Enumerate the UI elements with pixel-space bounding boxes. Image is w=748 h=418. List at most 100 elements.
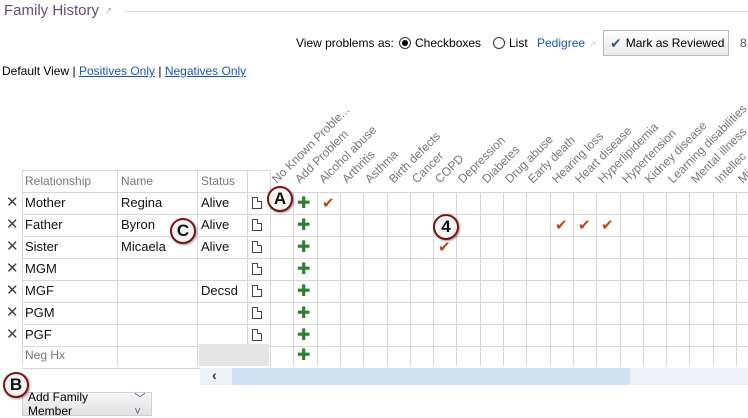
add-problem-plus-icon[interactable]: ✚ xyxy=(297,262,310,278)
separator: | xyxy=(72,64,76,78)
add-problem-plus-icon[interactable]: ✚ xyxy=(297,328,310,344)
column-header-relationship: Relationship xyxy=(25,174,92,188)
positives-only-link[interactable]: Positives Only xyxy=(79,64,155,78)
delete-row-icon[interactable]: ✕ xyxy=(6,217,19,232)
grid-line xyxy=(643,192,644,366)
document-icon[interactable] xyxy=(252,241,262,253)
list-label[interactable]: List xyxy=(509,36,528,50)
grid-line xyxy=(550,192,551,366)
grid-line xyxy=(526,192,527,366)
grid-line xyxy=(433,192,434,366)
problem-checkbox-checked[interactable]: ✔ xyxy=(438,240,451,255)
add-problem-plus-icon[interactable]: ✚ xyxy=(297,240,310,256)
grid-line xyxy=(480,192,481,366)
status-cell[interactable]: Alive xyxy=(201,195,229,210)
grid-line xyxy=(22,258,748,259)
grid-line xyxy=(22,324,748,325)
relationship-cell: Father xyxy=(25,217,63,232)
grid-line xyxy=(22,302,748,303)
grid-line xyxy=(22,214,748,215)
delete-row-icon[interactable]: ✕ xyxy=(6,327,19,342)
delete-row-icon[interactable]: ✕ xyxy=(6,195,19,210)
callout-c: C xyxy=(170,218,196,244)
grid-line xyxy=(22,280,748,281)
view-as-label: View problems as: xyxy=(296,36,394,50)
title-divider xyxy=(124,11,748,12)
grid-line xyxy=(22,192,748,193)
document-icon[interactable] xyxy=(252,329,262,341)
relationship-cell: Mother xyxy=(25,195,66,210)
column-header-name: Name xyxy=(121,174,154,188)
checkboxes-radio[interactable] xyxy=(399,37,411,49)
grid-line xyxy=(22,170,23,366)
negatives-only-link[interactable]: Negatives Only xyxy=(165,64,246,78)
document-icon[interactable] xyxy=(252,285,262,297)
relationship-cell: PGM xyxy=(25,305,55,320)
grid-line xyxy=(22,170,270,171)
relationship-cell: PGF xyxy=(25,327,52,342)
mark-as-reviewed-button[interactable]: ✔ Mark as Reviewed xyxy=(603,30,729,56)
grid-line xyxy=(117,170,118,366)
page-title: Family History xyxy=(4,2,100,19)
grid-line xyxy=(197,170,198,366)
add-family-member-label: Add Family Member xyxy=(28,390,89,418)
name-cell[interactable]: Regina xyxy=(121,195,162,210)
delete-row-icon[interactable]: ✕ xyxy=(6,305,19,320)
relationship-cell: MGF xyxy=(25,283,54,298)
grid-line xyxy=(22,346,748,347)
add-family-member-button[interactable]: Add Family Member ﹀˅ xyxy=(22,390,152,418)
status-cell[interactable]: Decsd xyxy=(201,283,238,298)
chevron-left-icon[interactable]: ‹ xyxy=(212,367,217,383)
document-icon[interactable] xyxy=(252,197,262,209)
list-radio[interactable] xyxy=(493,37,505,49)
add-problem-plus-icon[interactable]: ✚ xyxy=(297,218,310,234)
add-problem-plus-icon[interactable]: ✚ xyxy=(297,306,310,322)
popout-icon[interactable]: ↗ xyxy=(104,6,112,17)
scrollbar-thumb[interactable] xyxy=(232,368,630,385)
grid-line xyxy=(317,192,318,366)
problem-checkbox-checked[interactable]: ✔ xyxy=(555,218,568,233)
popout-icon[interactable]: ↗ xyxy=(589,39,597,50)
problem-checkbox-checked[interactable]: ✔ xyxy=(578,218,591,233)
callout-a: A xyxy=(267,186,293,212)
grid-line xyxy=(573,192,574,366)
document-icon[interactable] xyxy=(252,219,262,231)
status-cell[interactable]: Alive xyxy=(201,217,229,232)
delete-row-icon[interactable]: ✕ xyxy=(6,261,19,276)
neg-hx-disabled-cell xyxy=(199,344,269,366)
problem-checkbox-checked[interactable]: ✔ xyxy=(322,196,335,211)
grid-line xyxy=(620,192,621,366)
grid-line xyxy=(410,192,411,366)
grid-line xyxy=(689,192,690,366)
name-cell[interactable]: Byron xyxy=(121,217,155,232)
grid-line xyxy=(293,192,294,366)
document-icon[interactable] xyxy=(252,263,262,275)
neg-hx-label: Neg Hx xyxy=(25,348,66,362)
grid-line xyxy=(247,170,248,366)
grid-line xyxy=(666,192,667,366)
relationship-cell: Sister xyxy=(25,239,59,254)
delete-row-icon[interactable]: ✕ xyxy=(6,239,19,254)
delete-row-icon[interactable]: ✕ xyxy=(6,283,19,298)
checkboxes-label[interactable]: Checkboxes xyxy=(415,36,481,50)
grid-line xyxy=(736,192,737,366)
checkmark-icon: ✔ xyxy=(610,34,622,51)
add-problem-plus-icon[interactable]: ✚ xyxy=(297,196,310,212)
add-problem-plus-icon[interactable]: ✚ xyxy=(297,348,310,364)
document-icon[interactable] xyxy=(252,307,262,319)
callout-b: B xyxy=(3,372,29,398)
name-cell[interactable]: Micaela xyxy=(121,239,166,254)
grid-line xyxy=(596,192,597,366)
grid-line xyxy=(713,192,714,366)
problem-checkbox-checked[interactable]: ✔ xyxy=(601,218,614,233)
status-cell[interactable]: Alive xyxy=(201,239,229,254)
overflow-text: 8 xyxy=(740,36,747,50)
view-filter-bar: Default View | Positives Only | Negative… xyxy=(2,64,246,78)
add-problem-plus-icon[interactable]: ✚ xyxy=(297,284,310,300)
mark-as-reviewed-label: Mark as Reviewed xyxy=(625,36,725,50)
grid-line xyxy=(503,192,504,366)
relationship-cell: MGM xyxy=(25,261,57,276)
grid-line xyxy=(22,236,748,237)
callout-4: 4 xyxy=(433,214,459,240)
pedigree-link[interactable]: Pedigree xyxy=(537,36,585,50)
